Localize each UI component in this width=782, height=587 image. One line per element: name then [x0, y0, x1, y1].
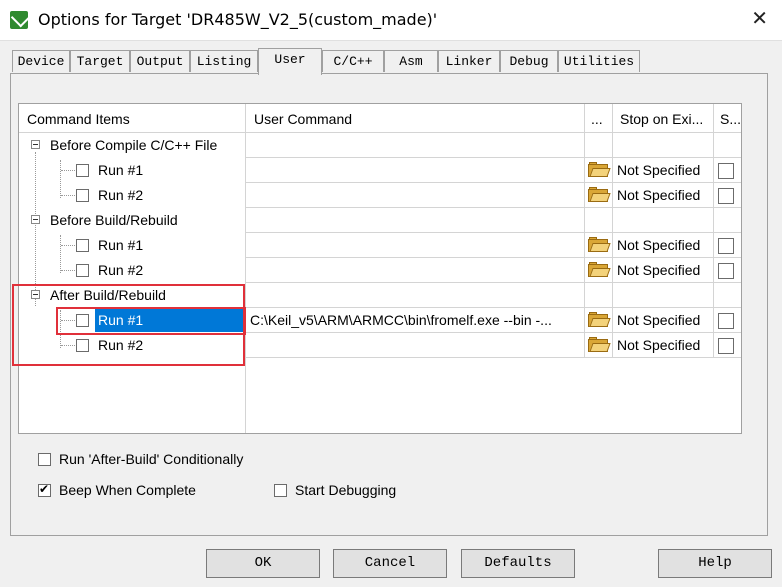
tab-cc[interactable]: C/C++ [322, 50, 384, 72]
run-label: Run #2 [98, 187, 144, 203]
tab-asm[interactable]: Asm [384, 50, 438, 72]
stop-on-exit-value[interactable]: Not Specified [613, 308, 714, 333]
group-label: Before Build/Rebuild [50, 212, 178, 228]
table-row[interactable]: Run #2 Not Specified [19, 258, 741, 283]
stop-on-exit-value[interactable]: Not Specified [613, 258, 714, 283]
run-label: Run #2 [98, 262, 144, 278]
user-command-field[interactable] [246, 233, 585, 258]
stop-on-exit-value[interactable]: Not Specified [613, 183, 714, 208]
close-icon[interactable]: ✕ [751, 6, 768, 30]
header-browse: ... [585, 104, 613, 133]
s-checkbox[interactable] [718, 338, 734, 354]
beep-when-complete-option[interactable]: Beep When Complete [38, 482, 196, 498]
folder-open-icon [588, 187, 611, 203]
tab-user[interactable]: User [258, 48, 322, 75]
ok-button[interactable]: OK [206, 549, 320, 578]
cancel-button[interactable]: Cancel [333, 549, 447, 578]
start-debugging-checkbox[interactable] [274, 483, 287, 497]
run-label: Run #1 [98, 237, 144, 253]
header-user-command: User Command [246, 104, 585, 133]
start-debugging-option[interactable]: Start Debugging [274, 482, 396, 498]
tab-debug[interactable]: Debug [500, 50, 558, 72]
user-command-field[interactable] [246, 258, 585, 283]
beep-when-complete-label: Beep When Complete [59, 482, 196, 498]
command-grid: Command Items User Command ... Stop on E… [18, 103, 742, 434]
table-row[interactable]: Run #1 Not Specified [19, 233, 741, 258]
start-debugging-label: Start Debugging [295, 482, 397, 498]
browse-button[interactable] [585, 258, 613, 283]
run-after-build-option[interactable]: Run 'After-Build' Conditionally [38, 451, 243, 467]
collapse-icon[interactable] [31, 215, 40, 224]
s-checkbox[interactable] [718, 313, 734, 329]
s-checkbox[interactable] [718, 263, 734, 279]
tab-utilities[interactable]: Utilities [558, 50, 640, 72]
browse-button[interactable] [585, 333, 613, 358]
s-checkbox[interactable] [718, 163, 734, 179]
browse-button[interactable] [585, 158, 613, 183]
folder-open-icon [588, 162, 611, 178]
run-checkbox[interactable] [76, 264, 89, 277]
user-command-field[interactable] [246, 158, 585, 183]
run-after-build-label: Run 'After-Build' Conditionally [59, 451, 244, 467]
header-command-items: Command Items [19, 104, 246, 133]
keil-app-icon [10, 11, 28, 29]
folder-open-icon [588, 337, 611, 353]
highlight-box [56, 307, 246, 335]
group-row-before-build[interactable]: Before Build/Rebuild [19, 208, 741, 233]
run-checkbox[interactable] [76, 164, 89, 177]
group-row-before-compile[interactable]: Before Compile C/C++ File [19, 133, 741, 158]
folder-open-icon [588, 262, 611, 278]
collapse-icon[interactable] [31, 140, 40, 149]
table-row[interactable]: Run #1 Not Specified [19, 158, 741, 183]
stop-on-exit-value[interactable]: Not Specified [613, 233, 714, 258]
group-label: Before Compile C/C++ File [50, 137, 218, 153]
run-label: Run #1 [98, 162, 144, 178]
folder-open-icon [588, 237, 611, 253]
tab-target[interactable]: Target [70, 50, 130, 72]
title-bar: Options for Target 'DR485W_V2_5(custom_m… [0, 0, 782, 41]
run-checkbox[interactable] [76, 239, 89, 252]
defaults-button[interactable]: Defaults [461, 549, 575, 578]
browse-button[interactable] [585, 308, 613, 333]
stop-on-exit-value[interactable]: Not Specified [613, 333, 714, 358]
beep-when-complete-checkbox[interactable] [38, 482, 51, 497]
header-stop-on-exit: Stop on Exi... [613, 104, 714, 133]
tab-device[interactable]: Device [12, 50, 70, 72]
browse-button[interactable] [585, 233, 613, 258]
user-command-field[interactable]: C:\Keil_v5\ARM\ARMCC\bin\fromelf.exe --b… [246, 308, 585, 333]
window-title: Options for Target 'DR485W_V2_5(custom_m… [38, 10, 438, 29]
run-checkbox[interactable] [76, 189, 89, 202]
header-s: S... [714, 104, 741, 133]
help-button[interactable]: Help [658, 549, 772, 578]
run-after-build-checkbox[interactable] [38, 452, 51, 466]
tab-listing[interactable]: Listing [190, 50, 258, 72]
table-row[interactable]: Run #2 Not Specified [19, 183, 741, 208]
tab-output[interactable]: Output [130, 50, 190, 72]
s-checkbox[interactable] [718, 188, 734, 204]
user-command-field[interactable] [246, 333, 585, 358]
browse-button[interactable] [585, 183, 613, 208]
tab-linker[interactable]: Linker [438, 50, 500, 72]
stop-on-exit-value[interactable]: Not Specified [613, 158, 714, 183]
s-checkbox[interactable] [718, 238, 734, 254]
user-command-field[interactable] [246, 183, 585, 208]
folder-open-icon [588, 312, 611, 328]
